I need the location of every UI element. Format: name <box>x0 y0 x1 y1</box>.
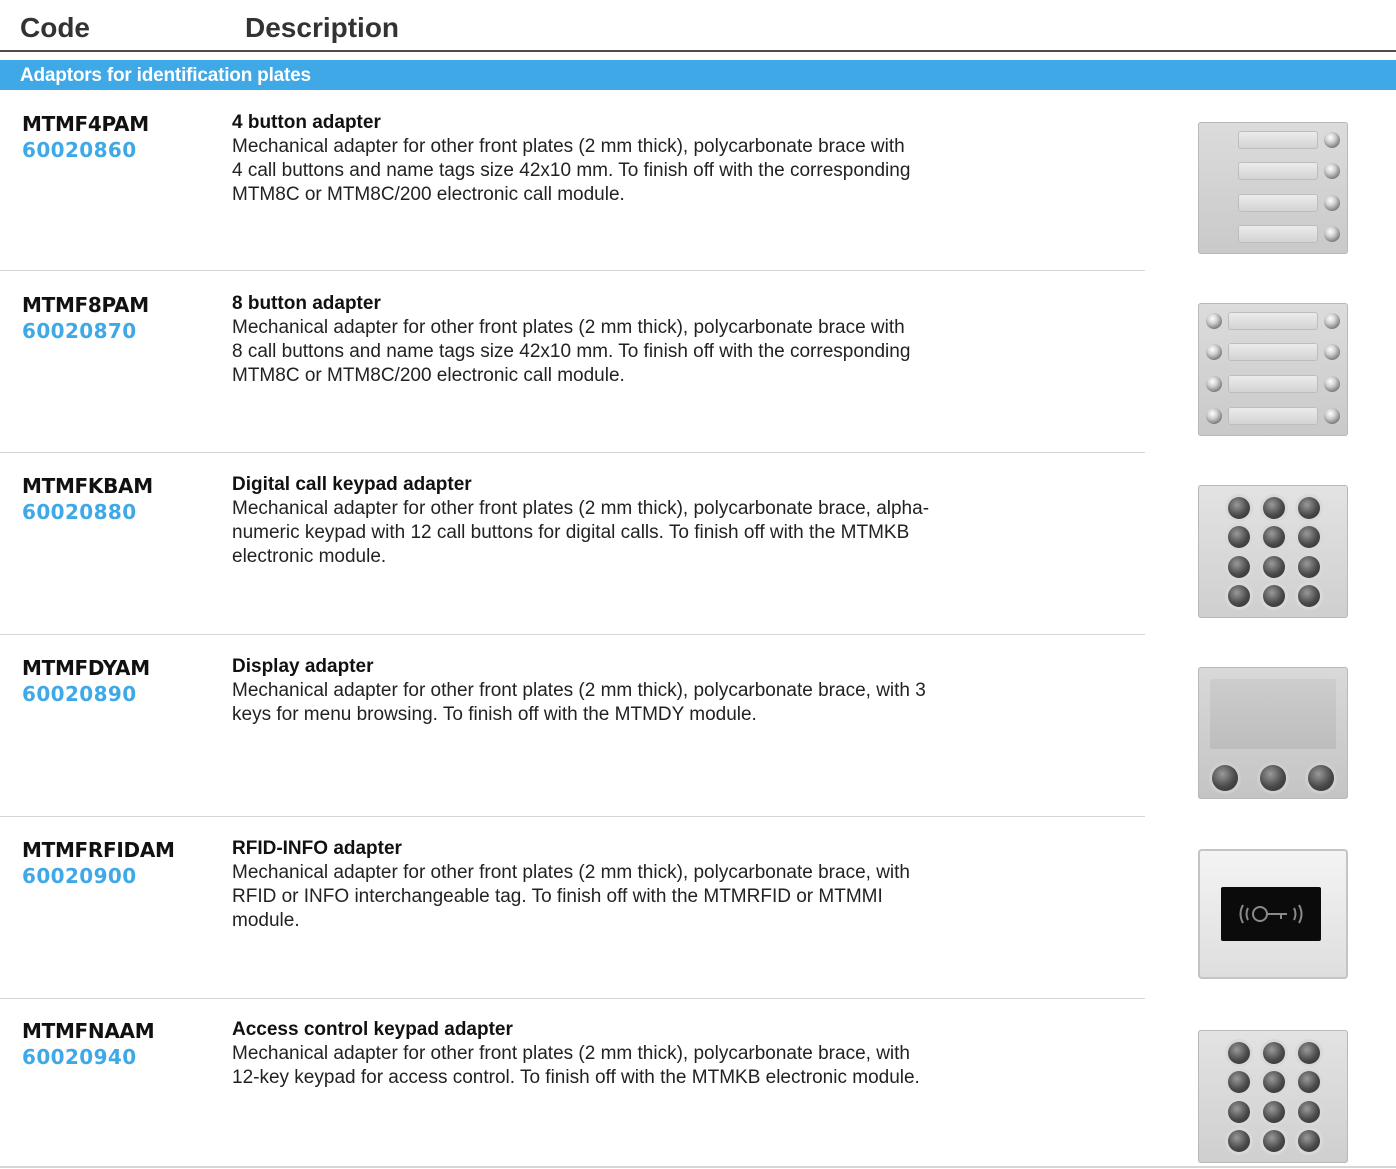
product-code: MTMFDYAM <box>22 656 150 680</box>
rfid-panel-icon <box>1198 849 1348 979</box>
row-divider <box>0 452 1145 453</box>
keypad-panel-icon <box>1198 485 1348 618</box>
section-title: Adaptors for identification plates <box>20 65 311 86</box>
four-button-panel-icon <box>1198 122 1348 254</box>
product-description: Mechanical adapter for other front plate… <box>232 498 930 567</box>
product-number: 60020900 <box>22 864 137 888</box>
product-description: Mechanical adapter for other front plate… <box>232 1043 920 1088</box>
product-description: Mechanical adapter for other front plate… <box>232 136 911 205</box>
row-divider <box>0 634 1145 635</box>
row-divider <box>0 998 1145 999</box>
access-keypad-panel-icon <box>1198 1030 1348 1163</box>
product-title: 4 button adapter <box>232 112 381 133</box>
row-divider <box>0 816 1145 817</box>
product-code: MTMFRFIDAM <box>22 838 175 862</box>
section-header: Adaptors for identification plates <box>0 60 1396 90</box>
product-title: Access control keypad adapter <box>232 1019 513 1040</box>
product-number: 60020890 <box>22 682 137 706</box>
code-column-header: Code <box>20 12 90 43</box>
display-panel-icon <box>1198 667 1348 799</box>
product-title: 8 button adapter <box>232 293 381 314</box>
product-number: 60020870 <box>22 319 137 343</box>
product-number: 60020940 <box>22 1045 137 1069</box>
product-description: Mechanical adapter for other front plate… <box>232 317 911 386</box>
description-column-header: Description <box>245 12 400 43</box>
eight-button-panel-icon <box>1198 303 1348 436</box>
product-code: MTMFNAAM <box>22 1019 155 1043</box>
table-bottom-rule <box>0 1166 1396 1168</box>
product-description: Mechanical adapter for other front plate… <box>232 862 910 931</box>
product-description: Mechanical adapter for other front plate… <box>232 680 926 725</box>
product-code: MTMF8PAM <box>22 293 149 317</box>
product-number: 60020860 <box>22 138 137 162</box>
product-code: MTMFKBAM <box>22 474 153 498</box>
product-title: Digital call keypad adapter <box>232 474 472 495</box>
table-header: Code Description <box>0 0 1396 50</box>
product-code: MTMF4PAM <box>22 112 149 136</box>
row-divider <box>0 270 1145 271</box>
product-number: 60020880 <box>22 500 137 524</box>
header-divider <box>0 50 1396 52</box>
product-title: RFID-INFO adapter <box>232 838 402 859</box>
product-title: Display adapter <box>232 656 374 677</box>
rfid-key-icon <box>1239 904 1303 924</box>
